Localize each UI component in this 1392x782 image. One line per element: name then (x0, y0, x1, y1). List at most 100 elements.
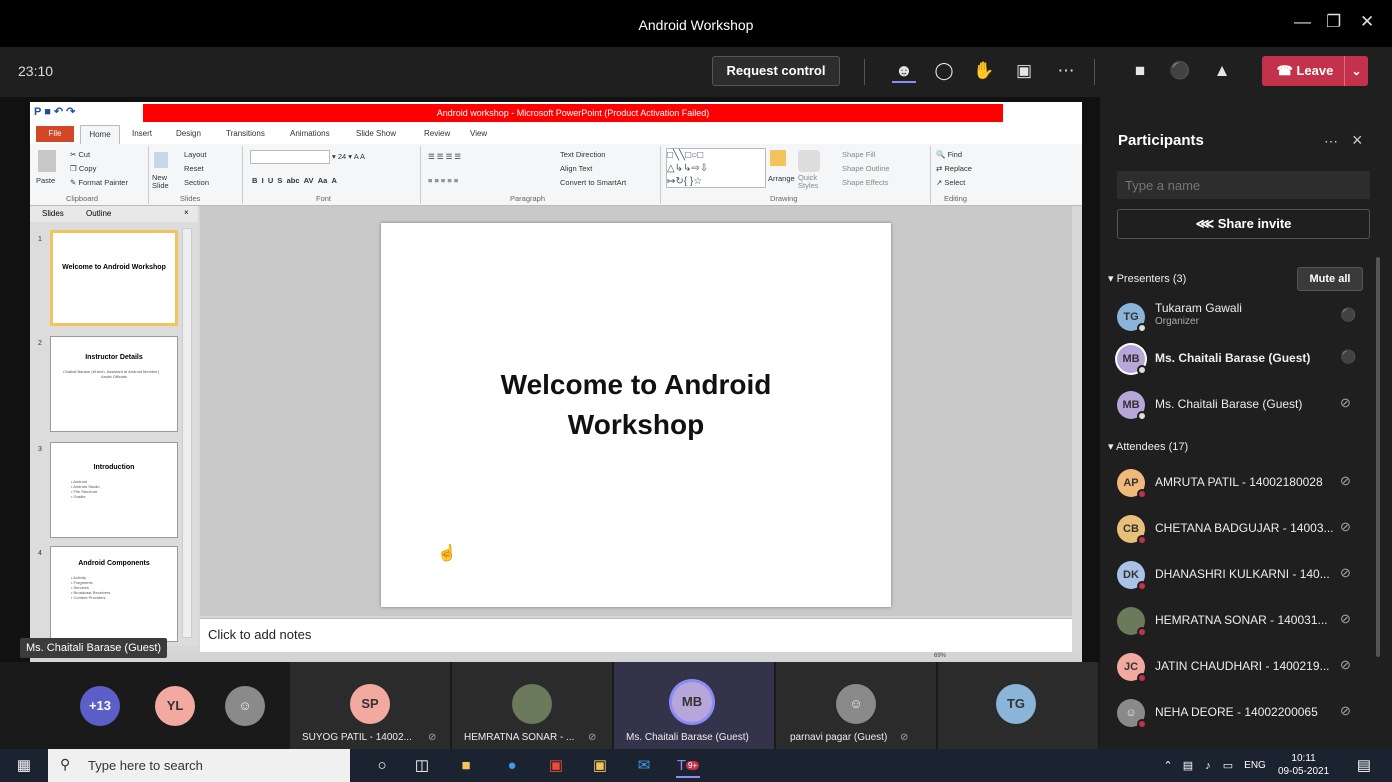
chat-icon[interactable]: ◯ (932, 59, 956, 83)
video-tile[interactable]: SP SUYOG PATIL - 14002... ⊘ (290, 662, 450, 749)
font-format-buttons[interactable]: B I U S abc AV Aa A (252, 176, 337, 185)
quick-styles-button[interactable]: Quick Styles (798, 174, 822, 190)
participant-row[interactable]: TG Tukaram Gawali Organizer ⚫ (1100, 295, 1380, 339)
zoom-level[interactable]: 69% (934, 653, 946, 659)
tab-insert[interactable]: Insert (132, 129, 152, 138)
notifications-icon[interactable]: ▤ (1352, 754, 1376, 778)
attendees-section[interactable]: ▾ Attendees (17) (1108, 440, 1188, 453)
new-slide-icon[interactable] (154, 152, 168, 168)
more-actions-icon[interactable]: ⋯ (1054, 59, 1078, 83)
store-icon[interactable]: ▣ (588, 754, 612, 778)
participant-row[interactable]: MB Ms. Chaitali Barase (Guest) ⊘ (1100, 383, 1380, 427)
leave-button[interactable]: ☎ Leave ⌄ (1262, 56, 1368, 86)
tab-file[interactable]: File (36, 126, 74, 142)
convert-smartart-button[interactable]: Convert to SmartArt (560, 178, 626, 187)
language-indicator[interactable]: ENG (1240, 754, 1270, 778)
participant-row[interactable]: HEMRATNA SONAR - 140031... ⊘ (1100, 599, 1380, 643)
current-slide[interactable]: Welcome to Android Workshop ☝ (381, 223, 891, 607)
participant-search-input[interactable] (1117, 171, 1370, 199)
tab-animations[interactable]: Animations (290, 129, 330, 138)
copy-button[interactable]: ❐ Copy (70, 164, 96, 173)
shapes-gallery[interactable]: □╲╲□○□ △↳↳⇨⇩ ↦↻{ }☆ (666, 148, 766, 188)
arrange-icon[interactable] (770, 150, 786, 166)
taskbar-search[interactable]: ⚲ Type here to search (48, 749, 350, 782)
panel-close-icon[interactable]: × (1352, 130, 1363, 151)
participant-row[interactable]: JC JATIN CHAUDHARI - 1400219... ⊘ (1100, 645, 1380, 689)
file-explorer-icon[interactable]: ■ (454, 754, 478, 778)
find-button[interactable]: 🔍 Find (936, 150, 962, 159)
leave-dropdown-icon[interactable]: ⌄ (1344, 56, 1368, 86)
slide-thumbnail[interactable]: Welcome to Android Workshop (50, 230, 178, 326)
tab-view[interactable]: View (470, 129, 487, 138)
video-tile-active-speaker[interactable]: MB Ms. Chaitali Barase (Guest) (614, 662, 774, 749)
reactions-icon[interactable]: ✋ (972, 59, 996, 83)
more-participants-badge[interactable]: +13 (80, 686, 120, 726)
rooms-icon[interactable]: ▣ (1012, 59, 1036, 83)
system-clock[interactable]: 10:11 09-05-2021 (1278, 752, 1329, 778)
paste-label[interactable]: Paste (36, 176, 55, 185)
participant-row[interactable]: CB CHETANA BADGUJAR - 14003... ⊘ (1100, 507, 1380, 551)
format-painter-button[interactable]: ✎ Format Painter (70, 178, 128, 187)
tab-slide-show[interactable]: Slide Show (356, 129, 396, 138)
battery-icon[interactable]: ▭ (1216, 754, 1240, 778)
avatar[interactable]: YL (155, 686, 195, 726)
section-button[interactable]: Section (184, 178, 209, 187)
select-button[interactable]: ↗ Select (936, 178, 965, 187)
video-tile[interactable]: ☺ parnavi pagar (Guest) ⊘ (776, 662, 936, 749)
video-tile[interactable]: HEMRATNA SONAR - ... ⊘ (452, 662, 612, 749)
default-avatar-icon[interactable]: ☺ (225, 686, 265, 726)
participant-row[interactable]: ☺ NEHA DEORE - 14002200065 ⊘ (1100, 691, 1380, 735)
video-tile[interactable]: TG (938, 662, 1098, 749)
thumbnail-scrollbar[interactable] (182, 228, 192, 638)
replace-button[interactable]: ⇄ Replace (936, 164, 972, 173)
panel-more-icon[interactable]: ⋯ (1324, 133, 1338, 150)
text-direction-button[interactable]: Text Direction (560, 150, 605, 159)
shape-fill-button[interactable]: Shape Fill (842, 150, 875, 159)
arrange-button[interactable]: Arrange (768, 174, 795, 183)
tab-transitions[interactable]: Transitions (226, 129, 265, 138)
tab-outline[interactable]: Outline (86, 209, 111, 218)
notes-pane[interactable]: Click to add notes (200, 618, 1072, 652)
share-tray-icon[interactable]: ▲ (1210, 59, 1234, 83)
minimize-icon[interactable]: — (1294, 12, 1311, 32)
layout-button[interactable]: Layout (184, 150, 207, 159)
shape-effects-button[interactable]: Shape Effects (842, 178, 889, 187)
new-slide-button[interactable]: New Slide (152, 174, 182, 190)
presenters-section[interactable]: ▾ Presenters (3) (1108, 272, 1186, 285)
quick-styles-icon[interactable] (798, 150, 820, 172)
align-buttons[interactable]: ≡ ≡ ≡ ≡ ≡ (428, 176, 458, 185)
cut-button[interactable]: ✂ Cut (70, 150, 90, 159)
font-family-box[interactable] (250, 150, 330, 164)
participants-icon[interactable]: ☻ (892, 59, 916, 83)
windows-start-icon[interactable]: ▦ (12, 754, 36, 778)
shape-outline-button[interactable]: Shape Outline (842, 164, 890, 173)
share-invite-button[interactable]: ⋘ Share invite (1117, 209, 1370, 239)
gift-app-icon[interactable]: ▣ (544, 754, 568, 778)
maximize-icon[interactable]: ❐ (1326, 12, 1341, 32)
close-panel-icon[interactable]: × (184, 208, 189, 217)
mute-all-button[interactable]: Mute all (1297, 267, 1363, 291)
participant-row[interactable]: AP AMRUTA PATIL - 14002180028 ⊘ (1100, 461, 1380, 505)
font-size-box[interactable]: ▾ 24 ▾ A A (332, 152, 365, 161)
tab-slides[interactable]: Slides (42, 209, 64, 218)
slide-thumbnail[interactable]: Introduction • Android • Android Studio … (50, 442, 178, 538)
slide-thumbnail[interactable]: Instructor Details Chaitali Barase (M.te… (50, 336, 178, 432)
task-view-icon[interactable]: ◫ (410, 754, 434, 778)
close-icon[interactable]: ✕ (1360, 12, 1374, 32)
teams-icon[interactable]: T 9+ (676, 754, 700, 778)
participants-scrollbar[interactable] (1376, 257, 1380, 657)
tab-design[interactable]: Design (176, 129, 201, 138)
slide-thumbnail[interactable]: Android Components • Activity • Fragment… (50, 546, 178, 642)
participant-row[interactable]: MB Ms. Chaitali Barase (Guest) ⚫ (1100, 337, 1380, 381)
list-buttons[interactable]: ☰ ☰ ☰ ☰ (428, 152, 461, 161)
tab-review[interactable]: Review (424, 129, 450, 138)
camera-off-icon[interactable]: ■ (1128, 59, 1152, 83)
mail-icon[interactable]: ✉ (632, 754, 656, 778)
cortana-icon[interactable]: ○ (370, 754, 394, 778)
participant-row[interactable]: DK DHANASHRI KULKARNI - 140... ⊘ (1100, 553, 1380, 597)
tab-home[interactable]: Home (80, 125, 120, 144)
align-text-button[interactable]: Align Text (560, 164, 592, 173)
edge-icon[interactable]: ● (500, 754, 524, 778)
request-control-button[interactable]: Request control (712, 56, 840, 86)
paste-icon[interactable] (38, 150, 56, 172)
